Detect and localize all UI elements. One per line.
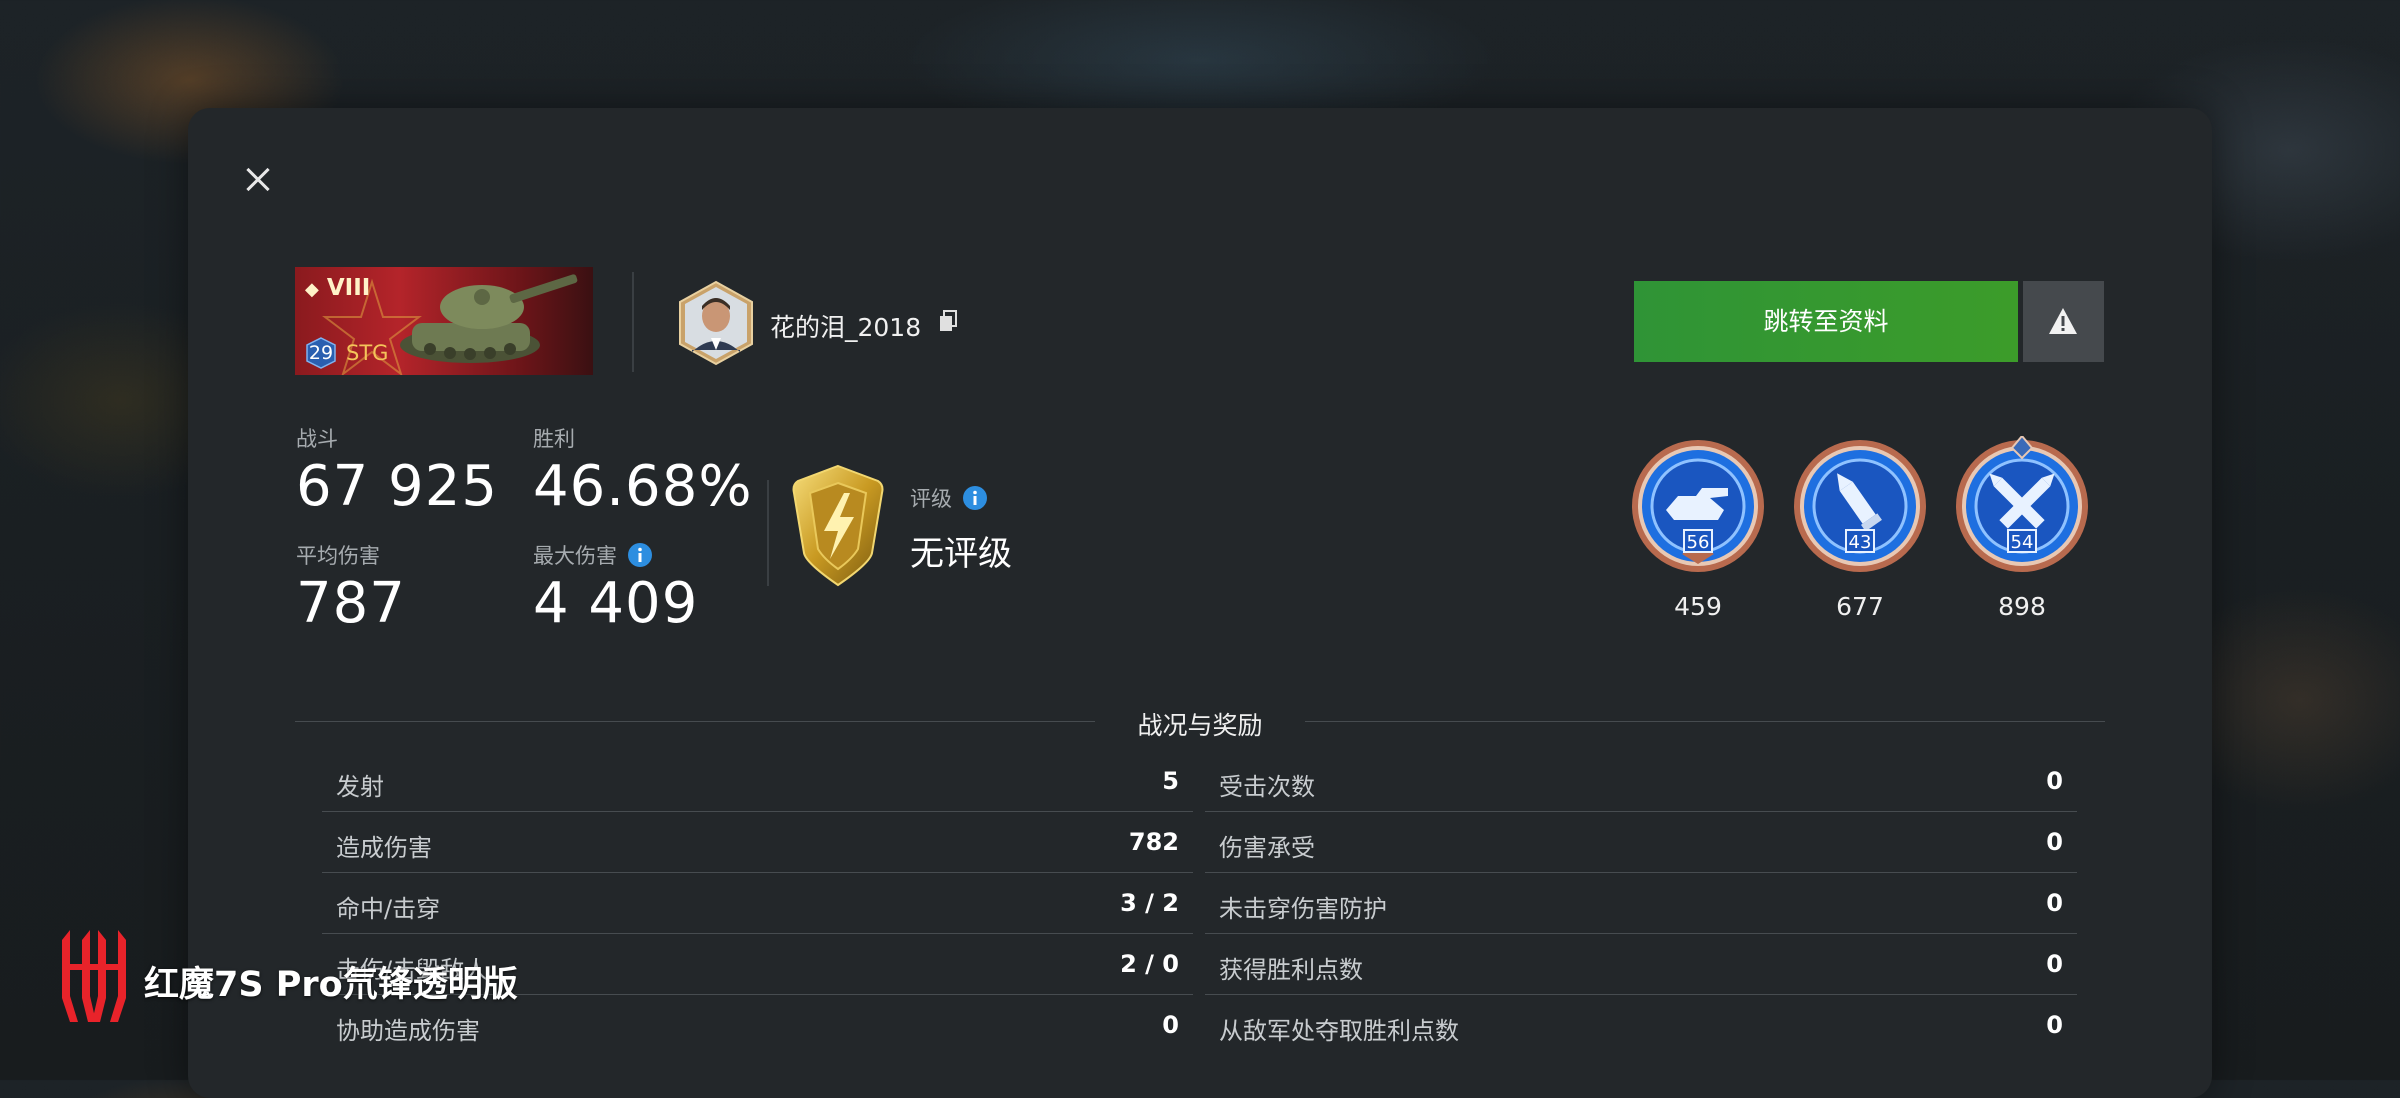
section-header: 战况与奖励 bbox=[295, 706, 2105, 740]
battle-results-panel: ◆ VIII 29 STG 花的泪_2018 跳转至资料 战斗 67 925 胜… bbox=[188, 108, 2212, 1098]
medal-count: 459 bbox=[1674, 592, 1722, 621]
device-watermark: 红魔7S Pro氘锋透明版 bbox=[144, 965, 518, 1005]
red-magic-logo-icon bbox=[62, 930, 126, 1022]
stat-avg-damage: 平均伤害 787 bbox=[296, 544, 406, 636]
tier-diamond-icon: ◆ bbox=[305, 279, 319, 300]
rating-emblem-icon bbox=[792, 464, 884, 587]
tank-tier: ◆ VIII bbox=[305, 275, 371, 301]
warning-icon bbox=[2049, 308, 2077, 334]
table-row: 未击穿伤害防护 0 bbox=[1205, 873, 2077, 934]
crossed-shells-medal-icon: 54 bbox=[1956, 434, 2088, 572]
stat-max-damage: 最大伤害 4 409 bbox=[533, 542, 699, 636]
stats-table-right: 受击次数 0 伤害承受 0 未击穿伤害防护 0 获得胜利点数 0 从敌军处夺取胜利点数 0 bbox=[1205, 751, 2077, 1055]
svg-text:54: 54 bbox=[2011, 532, 2034, 553]
clan-tag[interactable]: STG bbox=[346, 341, 388, 365]
table-row: 发射 5 bbox=[322, 751, 1193, 812]
player-avatar[interactable] bbox=[678, 280, 754, 366]
table-row: 命中/击穿 3 / 2 bbox=[322, 873, 1193, 934]
tank-image bbox=[400, 274, 578, 363]
medal-crossed-shells[interactable]: 54 898 bbox=[1952, 434, 2092, 621]
table-row: 造成伤害 782 bbox=[322, 812, 1193, 873]
info-icon[interactable] bbox=[627, 542, 653, 568]
copy-icon[interactable] bbox=[938, 310, 958, 332]
rating-value: 无评级 bbox=[910, 534, 1012, 574]
shell-medal-icon: 43 bbox=[1794, 440, 1926, 572]
medal-count: 677 bbox=[1836, 592, 1884, 621]
table-row: 受击次数 0 bbox=[1205, 751, 2077, 812]
divider bbox=[767, 480, 769, 586]
tank-card[interactable]: ◆ VIII 29 STG bbox=[295, 267, 593, 375]
divider bbox=[632, 272, 634, 372]
rating-label: 评级 bbox=[910, 483, 988, 513]
table-row: 从敌军处夺取胜利点数 0 bbox=[1219, 1011, 2063, 1045]
player-level-badge: 29 bbox=[305, 337, 337, 369]
stat-wins: 胜利 46.68% bbox=[533, 427, 753, 519]
medal-count: 898 bbox=[1998, 592, 2046, 621]
report-button[interactable] bbox=[2023, 281, 2104, 362]
info-icon[interactable] bbox=[962, 485, 988, 511]
svg-text:43: 43 bbox=[1849, 532, 1872, 553]
medal-shell[interactable]: 43 677 bbox=[1790, 436, 1930, 621]
svg-text:56: 56 bbox=[1687, 532, 1710, 553]
go-to-profile-button[interactable]: 跳转至资料 bbox=[1634, 281, 2018, 362]
player-name: 花的泪_2018 bbox=[770, 313, 922, 342]
stats-table-left: 发射 5 造成伤害 782 命中/击穿 3 / 2 击伤/击毁敌人 2 / 0 协助造成… bbox=[322, 751, 1193, 1055]
medal-tank[interactable]: 56 459 bbox=[1628, 436, 1768, 621]
table-row: 伤害承受 0 bbox=[1205, 812, 2077, 873]
tank-medal-icon: 56 bbox=[1632, 440, 1764, 572]
stat-battles: 战斗 67 925 bbox=[296, 427, 498, 519]
close-icon[interactable] bbox=[238, 160, 278, 200]
table-row: 获得胜利点数 0 bbox=[1205, 934, 2077, 995]
section-title: 战况与奖励 bbox=[1137, 711, 1263, 740]
